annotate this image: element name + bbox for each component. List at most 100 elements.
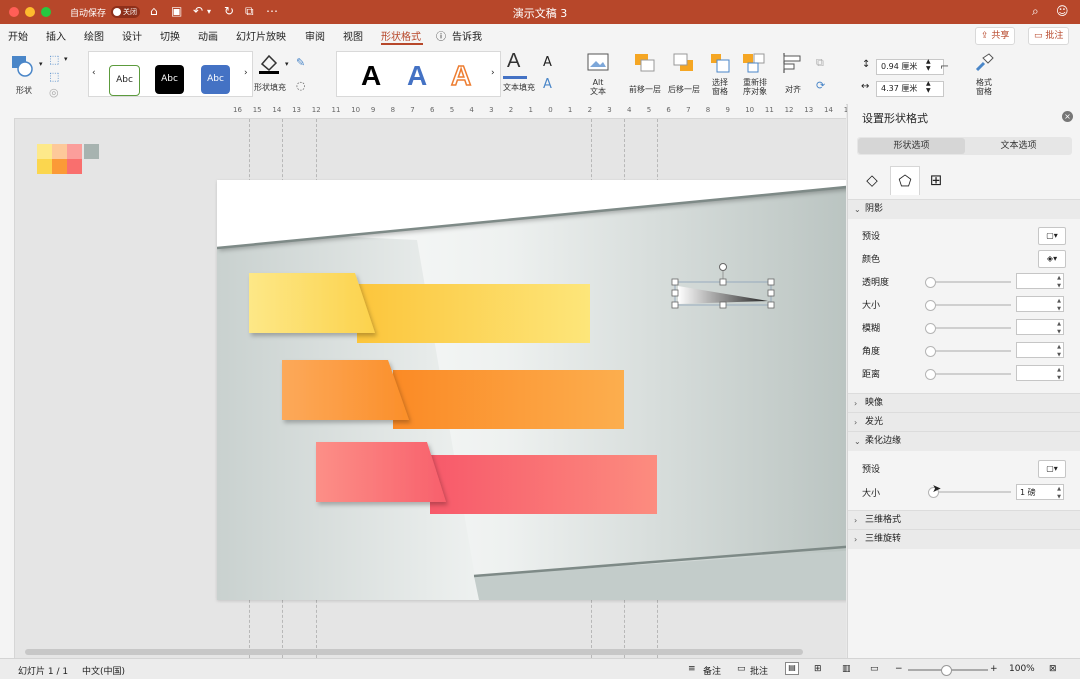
- slider-knob[interactable]: [925, 369, 936, 380]
- tab-insert[interactable]: 插入: [46, 28, 66, 43]
- rotation-3d-section-header[interactable]: › 三维旋转: [848, 529, 1080, 549]
- soft-edges-size-input[interactable]: 1 磅 ▲ ▼: [1016, 484, 1064, 500]
- group-icon[interactable]: ⧉: [816, 56, 824, 70]
- fit-to-window-icon[interactable]: ⊠: [1049, 664, 1057, 674]
- selection-pane-button[interactable]: 选择 窗格: [707, 52, 733, 98]
- rotate-icon[interactable]: ⟳: [816, 79, 825, 92]
- stepper-icon[interactable]: ▲ ▼: [1057, 343, 1061, 359]
- send-backward-button[interactable]: 后移一层: [667, 52, 701, 96]
- stepper-icon[interactable]: ▲ ▼: [1057, 297, 1061, 313]
- reading-view-icon[interactable]: ▥: [842, 664, 851, 674]
- distance-input[interactable]: ▲ ▼: [1016, 365, 1064, 381]
- shape-outline-icon[interactable]: ✎: [296, 56, 305, 69]
- shapes-dropdown-icon[interactable]: ▾: [39, 60, 43, 68]
- resize-handle[interactable]: [767, 289, 775, 297]
- lock-aspect-icon[interactable]: ⌐: [940, 60, 949, 73]
- shape-fill-dropdown-icon[interactable]: ▾: [285, 60, 289, 68]
- wordart-blue[interactable]: A: [407, 60, 427, 92]
- slide-canvas[interactable]: [15, 119, 846, 658]
- tab-draw[interactable]: 绘图: [84, 28, 104, 43]
- swatch-light-red[interactable]: [67, 144, 82, 159]
- gallery-prev-icon[interactable]: ‹: [92, 68, 96, 78]
- shadow-preset-dropdown[interactable]: ▢▾: [1038, 227, 1066, 245]
- account-icon[interactable]: ☺: [1056, 4, 1069, 18]
- comments-status-button[interactable]: 批注: [750, 664, 768, 677]
- swatch-light-yellow[interactable]: [37, 144, 52, 159]
- distance-slider[interactable]: [925, 369, 1011, 380]
- align-button[interactable]: 对齐: [778, 52, 808, 96]
- shape-style-outline[interactable]: Abc: [109, 65, 140, 96]
- angle-input[interactable]: ▲ ▼: [1016, 342, 1064, 358]
- height-input[interactable]: 0.94 厘米: [876, 59, 944, 75]
- reorder-objects-button[interactable]: 重新排 序对象: [738, 52, 772, 98]
- shadow-size-slider[interactable]: [925, 300, 1011, 311]
- resize-handle[interactable]: [719, 278, 727, 286]
- slide[interactable]: [217, 180, 846, 600]
- rotate-handle[interactable]: [719, 263, 727, 271]
- tab-slideshow[interactable]: 幻灯片放映: [236, 28, 286, 43]
- stepper-icon[interactable]: ▲ ▼: [1057, 274, 1061, 290]
- text-outline-icon[interactable]: A: [543, 55, 552, 70]
- shape-options-tab[interactable]: 形状选项: [858, 138, 965, 154]
- tab-transitions[interactable]: 切换: [160, 28, 180, 43]
- text-fill-button[interactable]: A 文本填充: [501, 50, 537, 96]
- format-pane-button[interactable]: 格式 窗格: [968, 52, 1000, 100]
- shadow-size-input[interactable]: ▲ ▼: [1016, 296, 1064, 312]
- wordart-black[interactable]: A: [361, 60, 381, 92]
- shape-style-blue[interactable]: Abc: [201, 65, 230, 94]
- text-box-icon[interactable]: ⬚: [49, 70, 59, 83]
- zoom-out-icon[interactable]: −: [895, 664, 903, 674]
- shadow-section-header[interactable]: ⌄ 阴影: [848, 199, 1080, 219]
- size-properties-icon[interactable]: ⊞: [922, 166, 950, 194]
- merge-shapes-icon[interactable]: ◎: [49, 86, 59, 99]
- tab-tell-me[interactable]: 告诉我: [452, 28, 482, 43]
- normal-view-icon[interactable]: ▤: [785, 662, 799, 675]
- blur-slider[interactable]: [925, 323, 1011, 334]
- stepper-icon[interactable]: ▲ ▼: [1057, 485, 1061, 501]
- zoom-slider[interactable]: [908, 665, 988, 676]
- share-button[interactable]: ⇪ 共享: [975, 27, 1016, 45]
- language-indicator[interactable]: 中文(中国): [82, 664, 125, 677]
- horizontal-scrollbar[interactable]: [25, 649, 803, 655]
- slide-sorter-icon[interactable]: ⊞: [814, 664, 822, 674]
- resize-handle[interactable]: [671, 278, 679, 286]
- stepper-icon[interactable]: ▲ ▼: [1057, 320, 1061, 336]
- resize-handle[interactable]: [767, 278, 775, 286]
- tab-home[interactable]: 开始: [8, 28, 28, 43]
- transparency-slider[interactable]: [925, 277, 1011, 288]
- comments-button[interactable]: ▭ 批注: [1028, 27, 1070, 45]
- reflection-section-header[interactable]: › 映像: [848, 393, 1080, 413]
- zoom-level[interactable]: 100%: [1009, 664, 1035, 674]
- tab-design[interactable]: 设计: [122, 28, 142, 43]
- bring-forward-button[interactable]: 前移一层: [628, 52, 662, 96]
- blur-input[interactable]: ▲ ▼: [1016, 319, 1064, 335]
- shape-style-black[interactable]: Abc: [155, 65, 184, 94]
- swatch-orange[interactable]: [52, 159, 67, 174]
- gallery-next-icon[interactable]: ›: [244, 68, 248, 78]
- close-icon[interactable]: ×: [1062, 111, 1073, 122]
- tab-shape-format[interactable]: 形状格式: [381, 28, 421, 43]
- swatch-light-orange[interactable]: [52, 144, 67, 159]
- zoom-in-icon[interactable]: +: [990, 664, 998, 674]
- slider-knob[interactable]: [925, 323, 936, 334]
- width-input[interactable]: 4.37 厘米: [876, 81, 944, 97]
- effects-pentagon-icon[interactable]: ⬠: [890, 166, 920, 195]
- resize-handle[interactable]: [767, 301, 775, 309]
- text-options-tab[interactable]: 文本选项: [965, 138, 1072, 154]
- text-effects-icon[interactable]: A: [543, 77, 552, 92]
- search-icon[interactable]: ⌕: [1032, 4, 1039, 19]
- resize-handle[interactable]: [719, 301, 727, 309]
- format-3d-section-header[interactable]: › 三维格式: [848, 510, 1080, 530]
- transparency-input[interactable]: ▲ ▼: [1016, 273, 1064, 289]
- swatch-gray[interactable]: [84, 144, 99, 159]
- slider-knob[interactable]: [925, 300, 936, 311]
- tab-animations[interactable]: 动画: [198, 28, 218, 43]
- height-stepper-icon[interactable]: ▲ ▼: [926, 58, 931, 72]
- stepper-icon[interactable]: ▲ ▼: [1057, 366, 1061, 382]
- tab-view[interactable]: 视图: [343, 28, 363, 43]
- alt-text-button[interactable]: Alt 文本: [584, 52, 612, 98]
- tab-review[interactable]: 审阅: [305, 28, 325, 43]
- angle-slider[interactable]: [925, 346, 1011, 357]
- slider-knob[interactable]: [925, 346, 936, 357]
- resize-handle[interactable]: [671, 301, 679, 309]
